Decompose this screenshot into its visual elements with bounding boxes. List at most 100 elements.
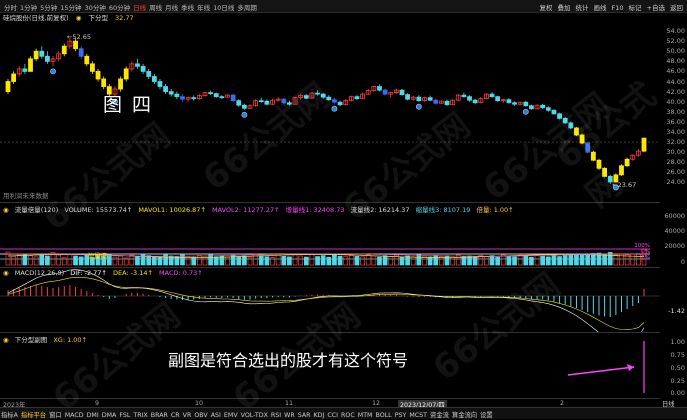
volume-bar (427, 256, 433, 266)
candle-body (163, 86, 168, 93)
volume-bar (360, 256, 365, 266)
toolbar-button-3[interactable]: 画线 (594, 4, 607, 12)
volume-bar (326, 256, 332, 266)
macd-axis-low: -1.42 (668, 307, 685, 315)
volume-bar (348, 255, 354, 266)
pointer-arrow-icon (627, 364, 634, 371)
candle-body (219, 96, 225, 99)
toolbar-button-1[interactable]: 叠加 (558, 4, 571, 12)
candle-body (168, 91, 174, 95)
candle-body (472, 99, 478, 104)
volume-bar (213, 256, 219, 266)
candle-body (523, 101, 529, 107)
period-tab-3[interactable]: 15分钟 (60, 2, 81, 12)
macd-axis: -1.42 (660, 267, 687, 331)
toolbar-button-2[interactable]: 统计 (576, 4, 589, 12)
high-price-label: ←52.65 (67, 33, 91, 41)
volume-bar (613, 254, 619, 266)
vol-axis-0: 60000 (664, 212, 685, 220)
price-tick-0: 54.00 (666, 27, 685, 36)
period-tab-12[interactable]: 多周期 (237, 2, 257, 12)
candle-body (78, 48, 84, 57)
period-tab-6[interactable]: 日线 (133, 2, 146, 12)
volume-bar (399, 256, 405, 266)
volume-bar (225, 256, 230, 266)
volume-bar (382, 255, 388, 266)
candle-body (101, 78, 107, 87)
volume-bar (455, 254, 461, 266)
candle-body (28, 58, 33, 72)
macd-value: MACD: 0.73↑ (159, 269, 203, 277)
stock-title: 硅烷股份(日线,前复权) (3, 14, 69, 22)
volume-bar (472, 256, 478, 266)
candle-body (529, 105, 534, 110)
signal-title: 下分型副图 (14, 336, 48, 344)
toolbar-button-0[interactable]: 复权 (540, 4, 553, 12)
volume-bar (337, 255, 343, 266)
period-tab-5[interactable]: 60分钟 (109, 2, 130, 12)
volume-bar (78, 256, 84, 266)
price-tick-5: 44.00 (666, 77, 685, 86)
signal-axis: 1.00 0.75 0.50 0.25 0.00 (660, 332, 687, 398)
candle-body (22, 68, 28, 72)
price-tick-1: 52.00 (666, 37, 685, 46)
volume-bar (264, 256, 270, 266)
x-label-1: 9 (95, 400, 100, 407)
period-list: 分时 1分钟 5分钟 15分钟 30分钟 60分钟 日线 周线 月线 季线 年线 10日线 多周期 (0, 4, 260, 12)
candle-body (180, 96, 185, 100)
toolbar-button-7[interactable]: 返回 (670, 4, 683, 12)
volume-bar (568, 253, 574, 266)
volume-bar (208, 254, 213, 266)
volume-bar (388, 256, 394, 266)
period-tab-0[interactable]: 分时 (4, 2, 17, 12)
x-label-3: 11 (285, 400, 294, 407)
indicator-name: 下分型 (88, 14, 108, 22)
dif-value: DIF: -2.77↑ (70, 269, 107, 277)
xg-axis-4: 0.00 (670, 389, 685, 397)
price-tick-4: 46.00 (666, 67, 685, 76)
candle-body (118, 78, 123, 90)
toolbar-button-6[interactable]: +自选 (647, 4, 665, 12)
volume-bar (343, 256, 349, 266)
volume-bar (332, 254, 337, 266)
candle-body (191, 97, 197, 100)
toolbar-button-4[interactable]: F10 (612, 4, 624, 12)
volume-axis: 60000 40000 20000 0 (660, 202, 687, 266)
candle-body (135, 63, 140, 67)
candle-body (140, 65, 146, 72)
volume-bar (320, 255, 326, 266)
period-tab-4[interactable]: 30分钟 (85, 2, 106, 12)
period-tab-9[interactable]: 季线 (181, 2, 194, 12)
indicator-tabs: 指标A 指标平台 窗口 MACD DMI DMA FSL TRIX BRAR CR VR OBV ASI… (0, 407, 687, 419)
volume-bar (365, 254, 371, 266)
xg-axis-0: 1.00 (670, 338, 685, 346)
candle-body (11, 73, 17, 82)
volume-pct-label: 0% (641, 255, 650, 261)
xg-axis-1: 0.75 (670, 351, 685, 359)
period-tab-1[interactable]: 1分钟 (20, 2, 37, 12)
candle-body (230, 94, 236, 102)
candle-body (39, 50, 45, 57)
candle-body (405, 94, 411, 100)
candle-body (5, 81, 11, 92)
volume-bar (129, 254, 135, 266)
toolbar-right: 复权 叠加 统计 画线 F10 标记 +自选 返回 (535, 2, 683, 12)
volume-bar (191, 256, 197, 266)
vol-axis-1: 40000 (664, 227, 685, 235)
volume-bar (579, 253, 585, 266)
signal-marker-icon (415, 103, 422, 110)
volume-bar (287, 256, 292, 266)
toolbar-button-5[interactable]: 标记 (629, 4, 642, 12)
volume-bar (303, 256, 309, 266)
period-tab-2[interactable]: 5分钟 (40, 2, 57, 12)
period-tab-11[interactable]: 10日线 (213, 2, 234, 12)
period-tab-10[interactable]: 年线 (197, 2, 210, 12)
period-tab-7[interactable]: 周线 (149, 2, 162, 12)
price-tick-15: 24.00 (666, 178, 685, 187)
volume-bar (39, 253, 45, 266)
volume-panel[interactable]: 100% 0% 0% ◉ 流量倍量(120) VOLUME: 15573.74↑ M… (0, 202, 660, 267)
signal-marker-icon (50, 68, 56, 75)
period-tab-8[interactable]: 月线 (165, 2, 178, 12)
volume-bar (16, 254, 22, 266)
volume-bar (495, 256, 501, 266)
